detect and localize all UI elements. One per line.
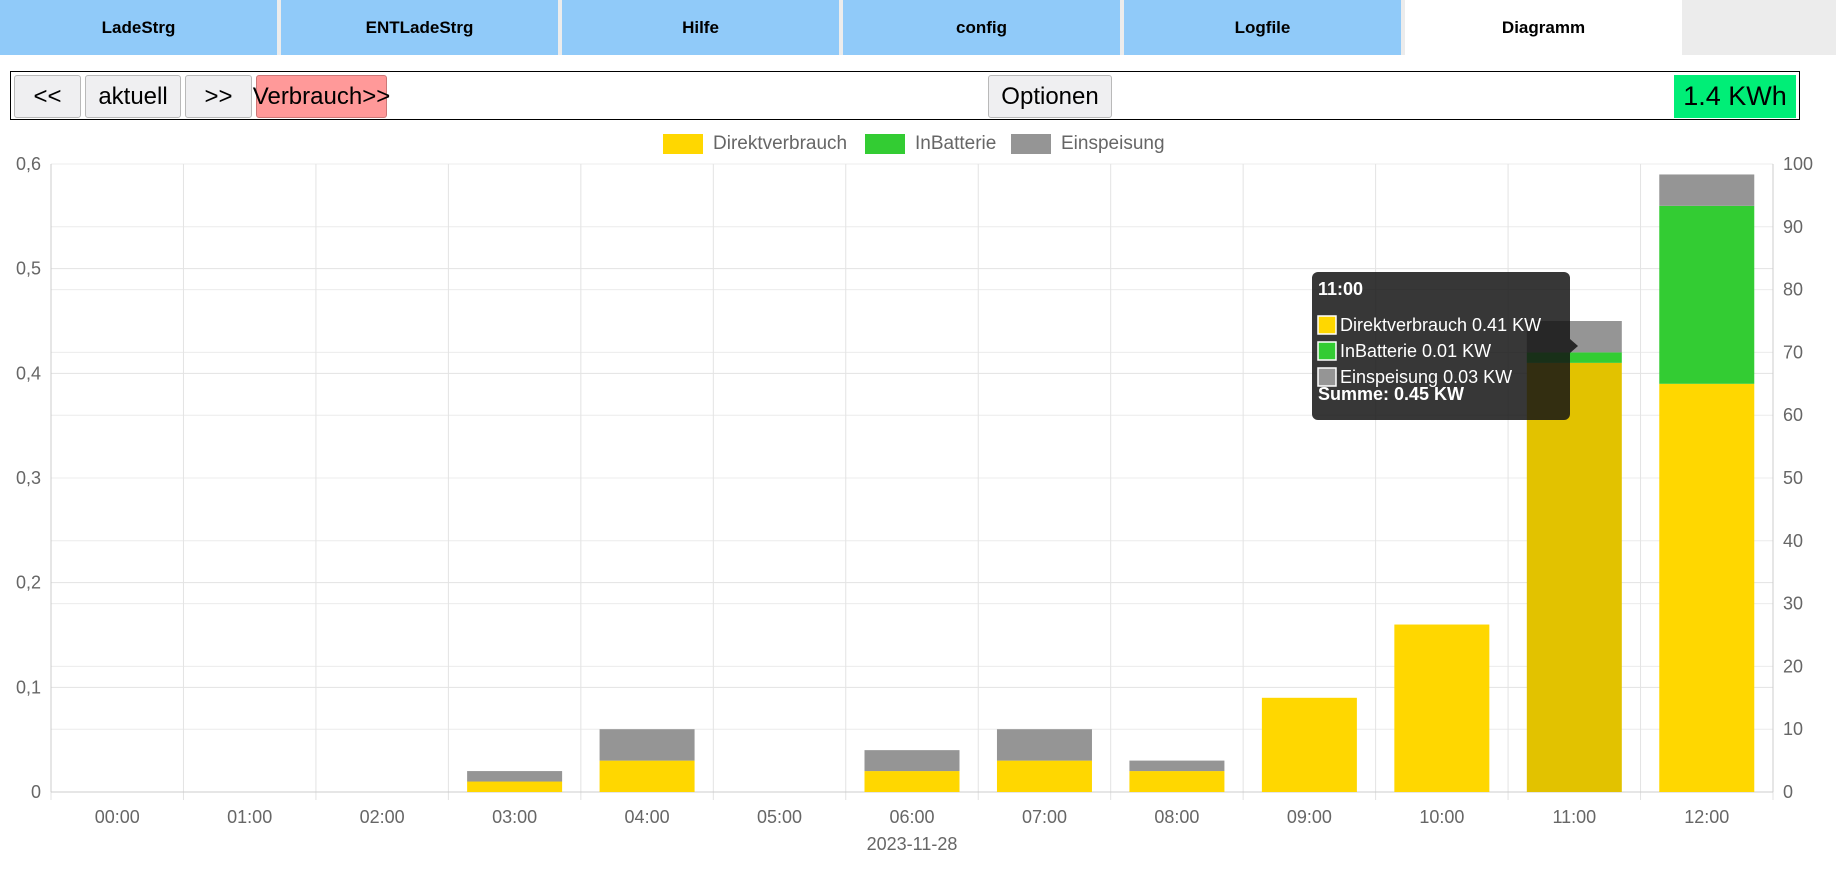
tab-ladestrg[interactable]: LadeStrg xyxy=(0,0,277,55)
tooltip-footer: Summe: 0.45 KW xyxy=(1318,384,1464,404)
bar-einspeisung-1200[interactable] xyxy=(1659,174,1755,206)
tooltip-swatch-inbatterie xyxy=(1317,341,1337,361)
y-tick-label: 0 xyxy=(31,782,41,802)
y2-tick-label: 100 xyxy=(1783,154,1813,174)
y2-tick-label: 60 xyxy=(1783,405,1803,425)
x-tick-label: 04:00 xyxy=(625,807,670,827)
legend-swatch-einspeisung[interactable] xyxy=(1011,134,1051,154)
tab-logfile[interactable]: Logfile xyxy=(1124,0,1401,55)
x-tick-label: 00:00 xyxy=(95,807,140,827)
tooltip-title: 11:00 xyxy=(1318,279,1363,299)
x-tick-label: 12:00 xyxy=(1684,807,1729,827)
bar-direktverbrauch-0900[interactable] xyxy=(1261,697,1357,792)
y2-tick-label: 20 xyxy=(1783,656,1803,676)
legend-swatch-direktverbrauch[interactable] xyxy=(663,134,703,154)
tab-entladestrg[interactable]: ENTLadeStrg xyxy=(281,0,558,55)
tooltip-line: InBatterie 0.01 KW xyxy=(1340,341,1491,361)
y-tick-label: 0,3 xyxy=(16,468,41,488)
energy-bar-chart[interactable]: 0 0,1 0,2 0,3 0,4 0,5 0,6 0 10 20 30 40 50 60 70 80 90 10… xyxy=(0,125,1836,869)
y2-tick-label: 0 xyxy=(1783,782,1793,802)
x-tick-label: 06:00 xyxy=(889,807,934,827)
bar-direktverbrauch-0300[interactable] xyxy=(467,781,563,792)
bar-direktverbrauch-0400[interactable] xyxy=(599,760,695,792)
x-tick-label: 10:00 xyxy=(1419,807,1464,827)
bar-inbatterie-1200[interactable] xyxy=(1659,205,1755,384)
bar-einspeisung-0400[interactable] xyxy=(599,729,695,761)
bar-direktverbrauch-1000[interactable] xyxy=(1394,624,1490,792)
y2-tick-label: 50 xyxy=(1783,468,1803,488)
x-tick-label: 07:00 xyxy=(1022,807,1067,827)
tooltip-swatch-direktverbrauch xyxy=(1317,315,1337,335)
x-tick-label: 11:00 xyxy=(1552,807,1596,827)
bar-direktverbrauch-1100[interactable] xyxy=(1526,362,1622,792)
tooltip-line: Direktverbrauch 0.41 KW xyxy=(1340,315,1541,335)
next-button[interactable]: >> xyxy=(185,75,252,118)
y-tick-label: 0,5 xyxy=(16,259,41,279)
x-tick-label: 05:00 xyxy=(757,807,802,827)
y2-tick-label: 40 xyxy=(1783,531,1803,551)
y-tick-label: 0,1 xyxy=(16,677,41,697)
y2-tick-label: 70 xyxy=(1783,342,1803,362)
bar-einspeisung-0800[interactable] xyxy=(1129,760,1225,772)
tab-diagramm[interactable]: Diagramm xyxy=(1405,0,1682,55)
legend-label-direktverbrauch[interactable]: Direktverbrauch xyxy=(713,133,847,154)
y2-tick-label: 80 xyxy=(1783,280,1803,300)
options-button[interactable]: Optionen xyxy=(988,75,1112,118)
current-button[interactable]: aktuell xyxy=(85,75,181,118)
y-tick-label: 0,6 xyxy=(16,154,41,174)
x-tick-label: 08:00 xyxy=(1154,807,1199,827)
bar-direktverbrauch-0800[interactable] xyxy=(1129,771,1225,792)
x-tick-label: 02:00 xyxy=(360,807,405,827)
y2-tick-label: 10 xyxy=(1783,719,1803,739)
y-tick-label: 0,4 xyxy=(16,363,41,383)
x-tick-label: 03:00 xyxy=(492,807,537,827)
y2-tick-label: 30 xyxy=(1783,594,1803,614)
tab-hilfe[interactable]: Hilfe xyxy=(562,0,839,55)
y2-tick-label: 90 xyxy=(1783,217,1803,237)
bar-einspeisung-0300[interactable] xyxy=(467,771,563,782)
legend-swatch-inbatterie[interactable] xyxy=(865,134,905,154)
y-tick-label: 0,2 xyxy=(16,573,41,593)
tab-config[interactable]: config xyxy=(843,0,1120,55)
tab-bar: LadeStrg ENTLadeStrg Hilfe config Logfil… xyxy=(0,0,1836,55)
total-energy-badge: 1.4 KWh xyxy=(1674,75,1796,118)
bar-direktverbrauch-0700[interactable] xyxy=(996,760,1092,792)
legend-label-einspeisung[interactable]: Einspeisung xyxy=(1061,133,1165,154)
bar-direktverbrauch-1200[interactable] xyxy=(1659,383,1755,792)
x-tick-label: 09:00 xyxy=(1287,807,1332,827)
x-axis-label: 2023-11-28 xyxy=(867,834,958,854)
bar-einspeisung-0700[interactable] xyxy=(996,729,1092,761)
legend-label-inbatterie[interactable]: InBatterie xyxy=(915,133,996,154)
bar-einspeisung-0600[interactable] xyxy=(864,750,960,772)
consumption-mode-button[interactable]: Verbrauch>> xyxy=(253,75,390,118)
x-tick-label: 01:00 xyxy=(227,807,272,827)
chart-toolbar: << aktuell >> Verbrauch>> Optionen 1.4 K… xyxy=(10,71,1800,120)
bar-direktverbrauch-0600[interactable] xyxy=(864,771,960,792)
previous-button[interactable]: << xyxy=(14,75,81,118)
